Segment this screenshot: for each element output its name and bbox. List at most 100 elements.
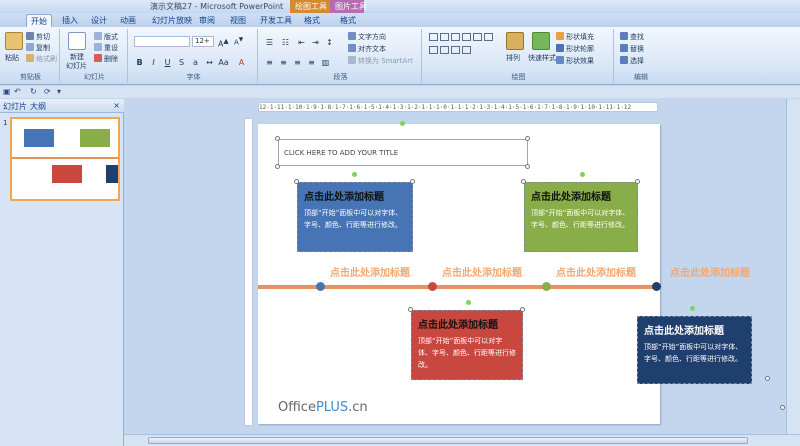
resize-handle[interactable]	[525, 164, 530, 169]
timeline-dot[interactable]	[428, 282, 437, 291]
arrange-button[interactable]: 排列	[506, 53, 520, 63]
font-size-box[interactable]: 12+	[192, 36, 214, 47]
tab-animation[interactable]: 动画	[116, 14, 140, 27]
shape-icon[interactable]	[473, 33, 482, 41]
increase-indent-icon[interactable]: ⇥	[310, 37, 321, 48]
resize-handle[interactable]	[410, 179, 415, 184]
tab-format-drawing[interactable]: 格式	[300, 14, 324, 27]
shape-icon[interactable]	[462, 33, 471, 41]
columns-icon[interactable]: ▥	[320, 57, 331, 68]
paste-button[interactable]: 粘贴	[5, 53, 19, 63]
rotate-handle[interactable]	[580, 172, 585, 177]
char-spacing-icon[interactable]: ↔	[204, 57, 215, 68]
shape-icon[interactable]	[484, 33, 493, 41]
replace-button[interactable]: 替换	[620, 44, 644, 54]
resize-handle[interactable]	[635, 179, 640, 184]
callout-box-blue[interactable]: 点击此处添加标题 顶部“开始”面板中可以对字体、字号、颜色、行距等进行修改。	[297, 182, 413, 252]
resize-handle[interactable]	[780, 405, 785, 410]
shape-effects-button[interactable]: 形状效果	[556, 56, 594, 66]
resize-handle[interactable]	[408, 307, 413, 312]
shrink-font-icon[interactable]: A▼	[234, 37, 243, 46]
tab-design[interactable]: 设计	[87, 14, 111, 27]
smartart-button[interactable]: 转换为 SmartArt	[348, 56, 413, 66]
align-right-icon[interactable]: ≡	[292, 57, 303, 68]
resize-handle[interactable]	[521, 179, 526, 184]
undo-icon[interactable]: ↶	[14, 87, 21, 96]
refresh-icon[interactable]: ⟳	[44, 87, 51, 96]
select-button[interactable]: 选择	[620, 56, 644, 66]
tab-developer[interactable]: 开发工具	[256, 14, 296, 27]
callout-box-navy[interactable]: 点击此处添加标题 顶部“开始”面板中可以对字体、字号、颜色、行距等进行修改。	[637, 316, 752, 384]
resize-handle[interactable]	[525, 136, 530, 141]
resize-handle[interactable]	[765, 376, 770, 381]
resize-handle[interactable]	[275, 136, 280, 141]
timeline-dot[interactable]	[652, 282, 661, 291]
reset-button[interactable]: 重设	[94, 43, 118, 53]
tab-slides[interactable]: 幻灯片	[3, 101, 27, 112]
timeline-label[interactable]: 点击此处添加标题	[556, 264, 636, 279]
resize-handle[interactable]	[294, 179, 299, 184]
title-placeholder[interactable]: CLICK HERE TO ADD YOUR TITLE	[278, 139, 528, 166]
timeline-label[interactable]: 点击此处添加标题	[442, 264, 522, 279]
grow-font-icon[interactable]: A▲	[218, 37, 229, 49]
bold-icon[interactable]: B	[134, 57, 145, 68]
slide-thumbnail[interactable]	[10, 117, 120, 201]
redo-icon[interactable]: ↻	[30, 87, 37, 96]
customize-icon[interactable]: ▾	[57, 87, 61, 96]
underline-icon[interactable]: U	[162, 57, 173, 68]
quick-styles-button[interactable]: 快速样式	[528, 53, 556, 63]
copy-button[interactable]: 复制	[26, 43, 50, 53]
justify-icon[interactable]: ≡	[306, 57, 317, 68]
align-center-icon[interactable]: ≡	[278, 57, 289, 68]
tab-insert[interactable]: 插入	[58, 14, 82, 27]
resize-handle[interactable]	[520, 307, 525, 312]
close-icon[interactable]: ×	[113, 101, 120, 110]
shape-icon[interactable]	[462, 46, 471, 54]
resize-handle[interactable]	[275, 164, 280, 169]
shapes-gallery[interactable]	[428, 32, 494, 60]
timeline-label[interactable]: 点击此处添加标题	[670, 264, 750, 279]
shape-outline-button[interactable]: 形状轮廓	[556, 44, 594, 54]
format-painter-button[interactable]: 格式刷	[26, 54, 57, 64]
scrollbar-thumb[interactable]	[148, 437, 748, 444]
shape-icon[interactable]	[451, 46, 460, 54]
new-slide-button-label2[interactable]: 幻灯片	[66, 61, 87, 71]
shape-icon[interactable]	[451, 33, 460, 41]
callout-box-red[interactable]: 点击此处添加标题 顶部“开始”面板中可以对字体、字号、颜色、行距等进行修改。	[411, 310, 523, 380]
shape-icon[interactable]	[440, 33, 449, 41]
context-tab-drawing-tools[interactable]: 绘图工具	[290, 0, 330, 13]
rotate-handle[interactable]	[466, 300, 471, 305]
shape-icon[interactable]	[429, 46, 438, 54]
timeline-label[interactable]: 点击此处添加标题	[330, 264, 410, 279]
line-spacing-icon[interactable]: ↕	[324, 37, 335, 48]
vertical-scrollbar[interactable]	[786, 99, 800, 434]
rotate-handle[interactable]	[690, 306, 695, 311]
shadow-icon[interactable]: S	[176, 57, 187, 68]
tab-format-picture[interactable]: 格式	[336, 14, 360, 27]
numbering-icon[interactable]: ☷	[280, 37, 291, 48]
align-text-button[interactable]: 对齐文本	[348, 44, 386, 54]
text-direction-button[interactable]: 文字方向	[348, 32, 386, 42]
save-icon[interactable]: ▣	[3, 87, 11, 96]
rotate-handle[interactable]	[400, 121, 405, 126]
tab-home[interactable]: 开始	[26, 14, 52, 27]
tab-slideshow[interactable]: 幻灯片放映	[148, 14, 196, 27]
rotate-handle[interactable]	[352, 172, 357, 177]
timeline-dot[interactable]	[316, 282, 325, 291]
context-tab-picture-tools[interactable]: 图片工具	[330, 0, 367, 13]
delete-slide-button[interactable]: 删除	[94, 54, 118, 64]
tab-view[interactable]: 视图	[226, 14, 250, 27]
strikethrough-icon[interactable]: a	[190, 57, 201, 68]
find-button[interactable]: 查找	[620, 32, 644, 42]
tab-review[interactable]: 审阅	[195, 14, 219, 27]
shape-icon[interactable]	[429, 33, 438, 41]
decrease-indent-icon[interactable]: ⇤	[296, 37, 307, 48]
font-color-icon[interactable]: A	[236, 57, 247, 68]
shape-icon[interactable]	[440, 46, 449, 54]
callout-box-green[interactable]: 点击此处添加标题 顶部“开始”面板中可以对字体、字号、颜色、行距等进行修改。	[524, 182, 638, 252]
change-case-icon[interactable]: Aa	[218, 57, 229, 68]
slide-canvas[interactable]: CLICK HERE TO ADD YOUR TITLE 点击此处添加标题 顶部…	[258, 121, 661, 424]
shape-fill-button[interactable]: 形状填充	[556, 32, 594, 42]
align-left-icon[interactable]: ≡	[264, 57, 275, 68]
italic-icon[interactable]: I	[148, 57, 159, 68]
